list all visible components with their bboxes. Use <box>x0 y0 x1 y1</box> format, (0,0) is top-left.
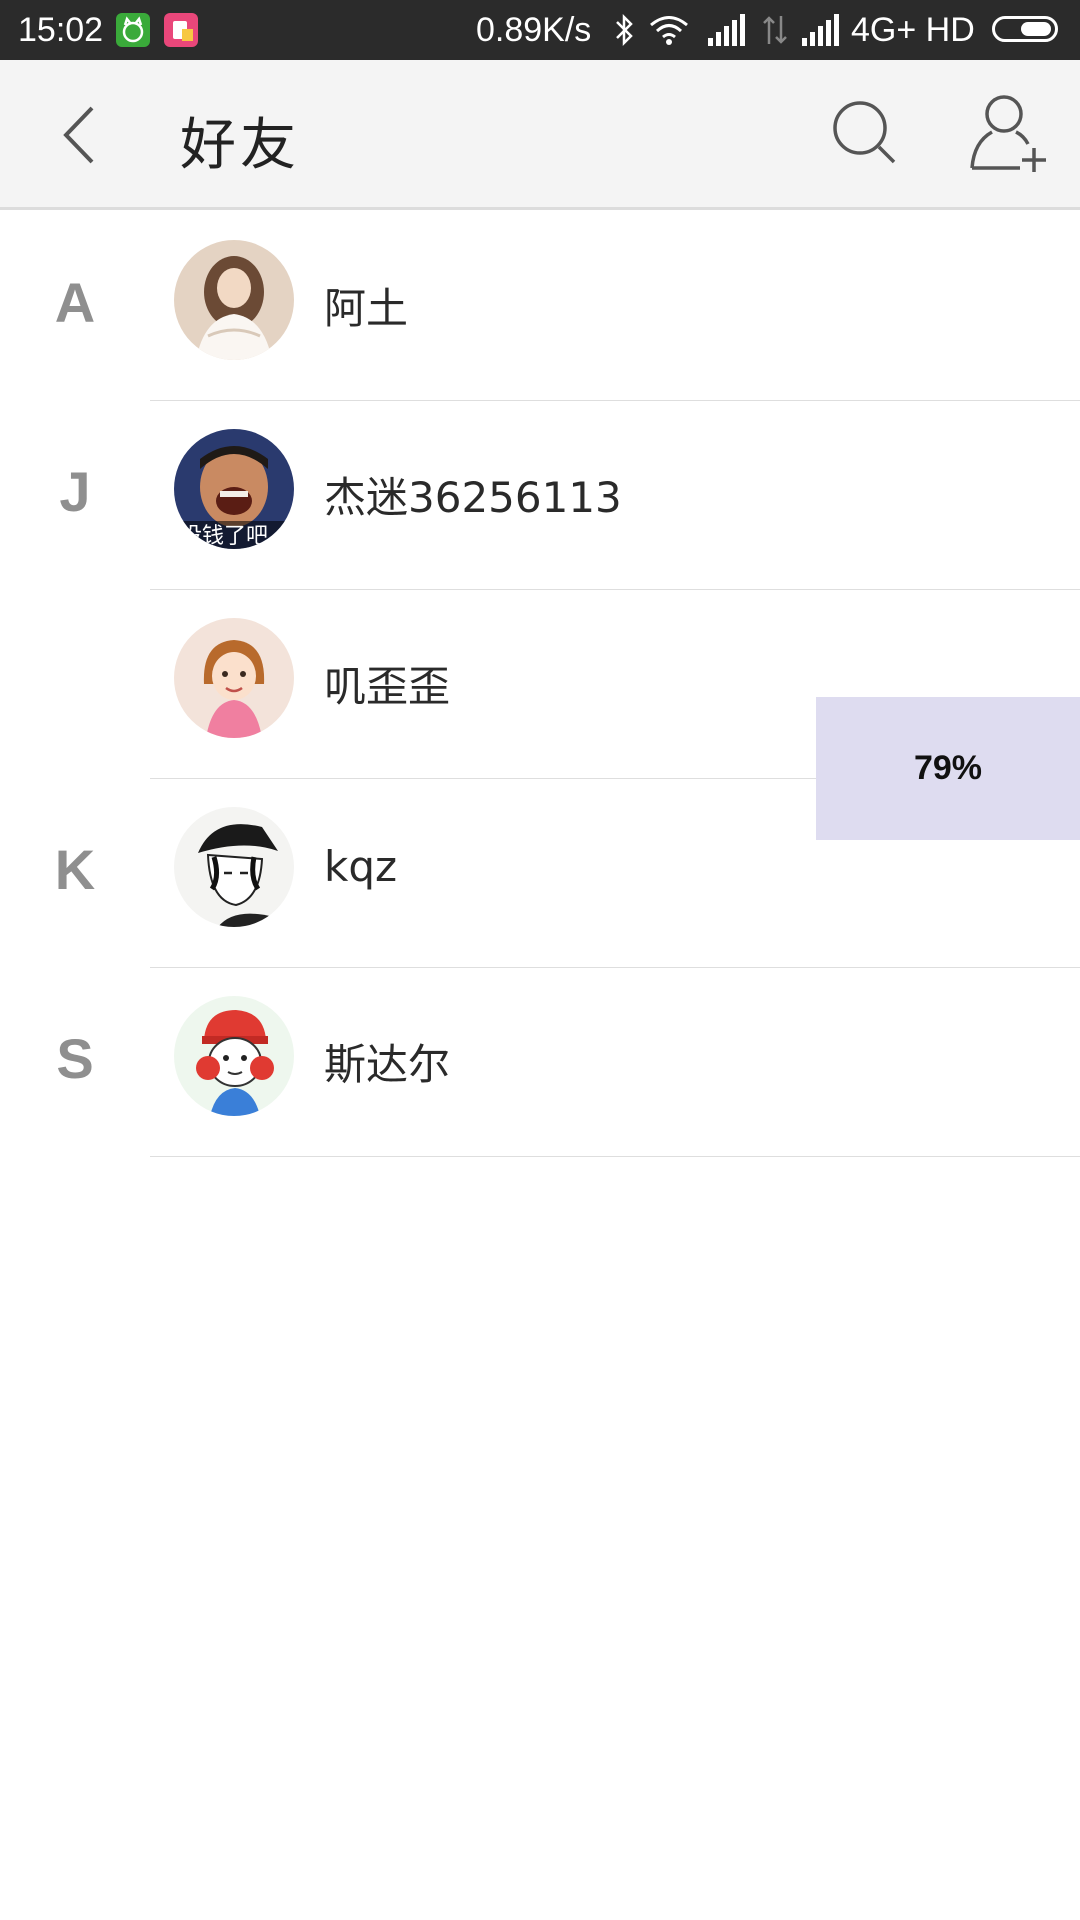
friend-name: 杰迷36256113 <box>324 473 622 522</box>
friend-row[interactable]: J 没钱了吧 杰迷36256113 <box>0 401 1080 590</box>
status-time: 15:02 <box>18 11 104 49</box>
progress-label: 79% <box>913 749 983 787</box>
girl-photo-avatar <box>174 240 294 360</box>
friend-list: A 阿土 J 没钱了吧 杰迷36256113 叽歪歪 K kqz S 斯达尔 <box>0 212 1080 1157</box>
index-letter: A <box>54 271 96 334</box>
index-letter: K <box>54 838 96 901</box>
friend-row[interactable]: S 斯达尔 <box>0 968 1080 1157</box>
avatar-caption: 没钱了吧 <box>180 524 268 549</box>
battery-icon <box>992 16 1058 42</box>
add-friend-icon <box>970 95 1046 172</box>
friend-name: 阿土 <box>324 284 409 333</box>
wifi-icon <box>648 12 690 57</box>
page-title: 好友 <box>180 113 300 178</box>
cat-app-icon <box>116 13 150 47</box>
friend-name: kqz <box>324 842 398 891</box>
cartoon-boy-red-cap-avatar <box>174 996 294 1116</box>
index-letter: S <box>56 1027 94 1090</box>
network-type: 4G+ HD <box>851 11 975 49</box>
search-button[interactable] <box>826 94 906 174</box>
friend-row[interactable]: A 阿土 <box>0 212 1080 401</box>
net-speed: 0.89K/s <box>476 11 592 49</box>
laughing-man-avatar: 没钱了吧 <box>174 429 294 549</box>
index-letter: J <box>59 460 91 523</box>
back-arrow-icon <box>63 106 94 164</box>
shopping-app-icon <box>164 13 198 47</box>
cartoon-girl-avatar <box>174 618 294 738</box>
data-transfer-icon <box>760 12 790 57</box>
search-icon <box>833 101 896 164</box>
bluetooth-icon <box>612 12 636 57</box>
back-button[interactable] <box>52 100 112 170</box>
friend-name: 叽歪歪 <box>324 662 451 711</box>
sketch-boy-avatar <box>174 807 294 927</box>
signal-icon <box>706 12 746 57</box>
app-header: 好友 <box>0 60 1080 210</box>
progress-overlay: 79% <box>816 697 1080 840</box>
friend-name: 斯达尔 <box>324 1040 451 1089</box>
add-friend-button[interactable] <box>968 92 1052 176</box>
row-divider <box>150 1156 1080 1157</box>
signal-icon <box>800 12 840 57</box>
status-bar: 15:02 0.89K/s 4G+ HD <box>0 0 1080 60</box>
